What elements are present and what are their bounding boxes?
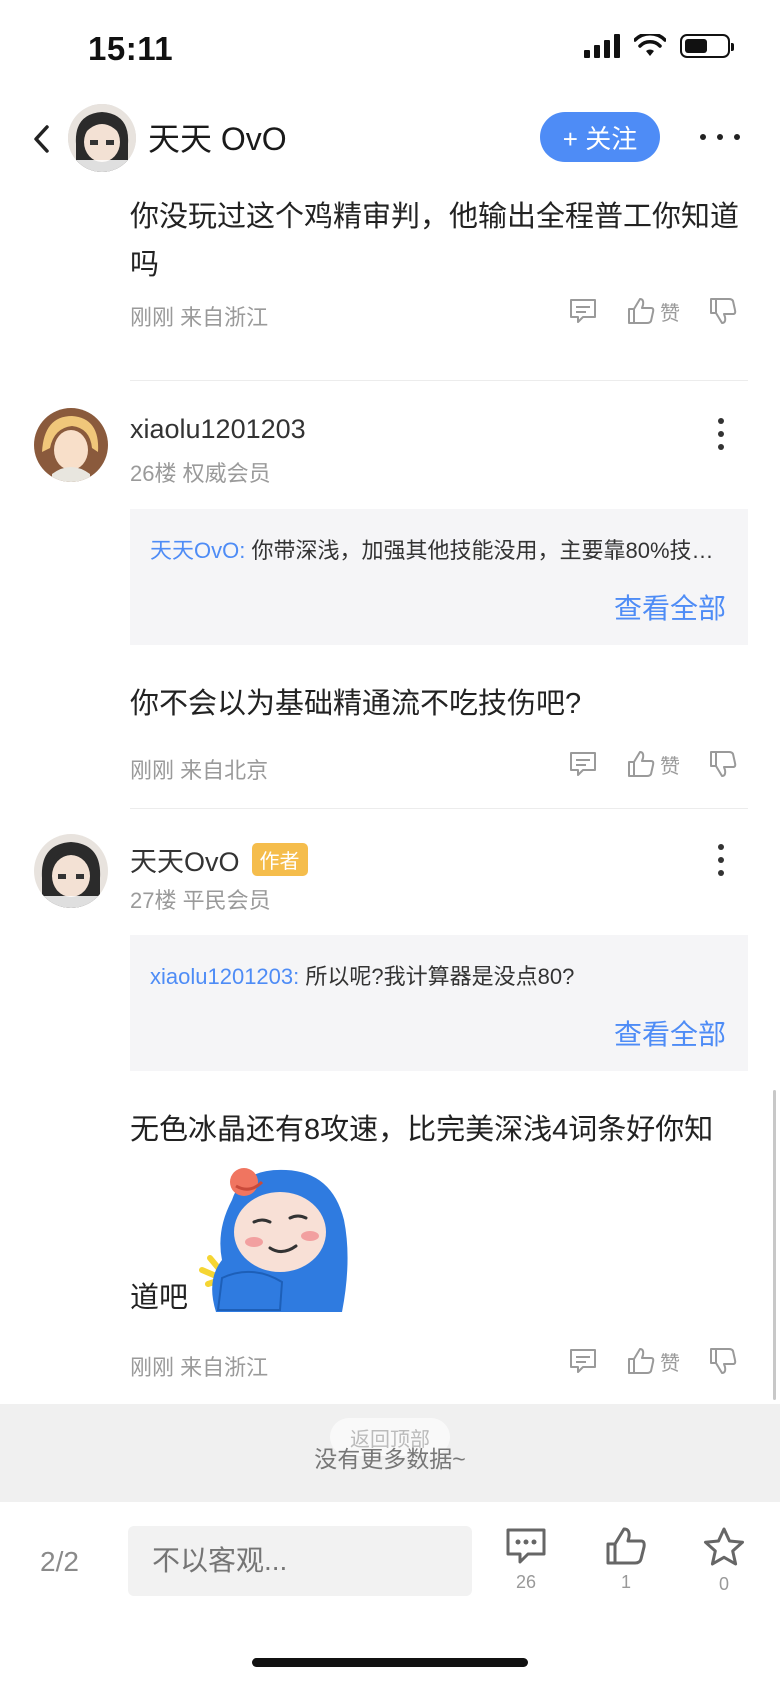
thumb-up-icon	[628, 751, 655, 777]
thumb-down-icon	[710, 1348, 737, 1374]
like-label: 赞	[660, 755, 680, 778]
favorite-button[interactable]: 0	[694, 1526, 754, 1595]
quote-user[interactable]: xiaolu1201203:	[150, 964, 299, 989]
comment-actions: 赞	[568, 1346, 738, 1376]
floor-info: 26楼 权威会员	[130, 461, 271, 486]
comment-meta: 刚刚 来自北京	[130, 758, 269, 783]
reply-button[interactable]	[568, 296, 598, 326]
back-icon	[34, 125, 49, 153]
quote-text: 所以呢?我计算器是没点80?	[305, 964, 575, 989]
comment-actions: 赞	[568, 296, 738, 326]
divider	[130, 380, 748, 381]
no-more-footer: 返回顶部 没有更多数据~	[0, 1404, 780, 1502]
home-indicator[interactable]	[252, 1658, 528, 1667]
reply-icon	[570, 299, 596, 323]
comment-actions: 赞	[568, 749, 738, 779]
dislike-button[interactable]	[708, 296, 738, 326]
no-more-text: 没有更多数据~	[314, 1446, 466, 1472]
reply-button[interactable]	[568, 749, 598, 779]
like-label: 赞	[660, 302, 680, 325]
see-all-link[interactable]: 查看全部	[614, 587, 726, 627]
thumb-up-icon	[606, 1527, 646, 1565]
nav-header: 天天 OvO + 关注	[0, 100, 780, 180]
reply-input[interactable]	[128, 1526, 472, 1596]
quote-text: 你带深浅，加强其他技能没用，主要靠80%技能普工，你玩过吗	[251, 538, 730, 563]
comments-button[interactable]: 26	[496, 1526, 556, 1593]
comment-meta: 刚刚 来自浙江	[130, 305, 269, 330]
status-time: 15:11	[88, 30, 174, 67]
comment-text: 你没玩过这个鸡精审判，他输出全程普工你知道吗	[130, 201, 740, 281]
like-button[interactable]: 赞	[626, 296, 680, 326]
thumb-up-icon	[628, 298, 655, 324]
page-title: 天天 OvO	[148, 121, 287, 157]
follow-button[interactable]: + 关注	[540, 112, 660, 162]
username-text: 天天OvO	[130, 847, 240, 877]
dislike-button[interactable]	[708, 749, 738, 779]
like-button[interactable]: 赞	[626, 1346, 680, 1376]
signal-icon	[584, 34, 620, 58]
quote-user[interactable]: 天天OvO:	[150, 538, 245, 563]
reply-icon	[570, 752, 596, 776]
page-indicator[interactable]: 2/2	[40, 1546, 79, 1578]
thumb-down-icon	[710, 298, 737, 324]
comment-text: 你不会以为基础精通流不吃技伤吧?	[130, 688, 582, 720]
dislike-button[interactable]	[708, 1346, 738, 1376]
author-avatar[interactable]	[68, 104, 136, 172]
comment-icon	[506, 1528, 546, 1564]
reply-icon	[570, 1349, 596, 1373]
comment-meta: 刚刚 来自浙江	[130, 1355, 269, 1380]
see-all-link[interactable]: 查看全部	[614, 1013, 726, 1053]
kebab-icon[interactable]	[716, 844, 726, 876]
username[interactable]: xiaolu1201203	[130, 414, 306, 445]
username-text: xiaolu1201203	[130, 414, 306, 444]
sticker-image	[199, 1168, 348, 1312]
wifi-icon	[634, 34, 666, 56]
likes-count: 1	[620, 1572, 631, 1592]
like-post-button[interactable]: 1	[596, 1526, 656, 1593]
status-bar: 15:11	[0, 0, 780, 100]
battery-icon	[680, 34, 734, 58]
star-icon	[704, 1527, 744, 1566]
comments-count: 26	[515, 1572, 537, 1592]
author-badge: 作者	[251, 843, 308, 876]
favorites-count: 0	[718, 1574, 729, 1594]
like-label: 赞	[660, 1352, 680, 1375]
thumb-down-icon	[710, 751, 737, 777]
divider	[130, 808, 748, 809]
quote-box[interactable]: xiaolu1201203: 所以呢?我计算器是没点80? 查看全部	[130, 935, 748, 1071]
quote-box[interactable]: 天天OvO: 你带深浅，加强其他技能没用，主要靠80%技能普工，你玩过吗 查看全…	[130, 509, 748, 645]
back-button[interactable]	[32, 114, 62, 164]
more-icon[interactable]	[700, 122, 740, 152]
comment-text-end: 道吧	[130, 1282, 189, 1314]
kebab-icon[interactable]	[716, 418, 726, 450]
status-icons	[584, 34, 734, 58]
reply-button[interactable]	[568, 1346, 598, 1376]
comment-text: 无色冰晶还有8攻速，比完美深浅4词条好你知	[130, 1114, 714, 1146]
user-avatar[interactable]	[34, 834, 108, 908]
floor-info: 27楼 平民会员	[130, 888, 271, 913]
username[interactable]: 天天OvO 作者	[130, 840, 308, 879]
scrollbar[interactable]	[773, 1090, 776, 1400]
quote-line: xiaolu1201203: 所以呢?我计算器是没点80?	[150, 959, 730, 991]
quote-line: 天天OvO: 你带深浅，加强其他技能没用，主要靠80%技能普工，你玩过吗	[150, 533, 730, 565]
user-avatar[interactable]	[34, 408, 108, 482]
like-button[interactable]: 赞	[626, 749, 680, 779]
thumb-up-icon	[628, 1348, 655, 1374]
